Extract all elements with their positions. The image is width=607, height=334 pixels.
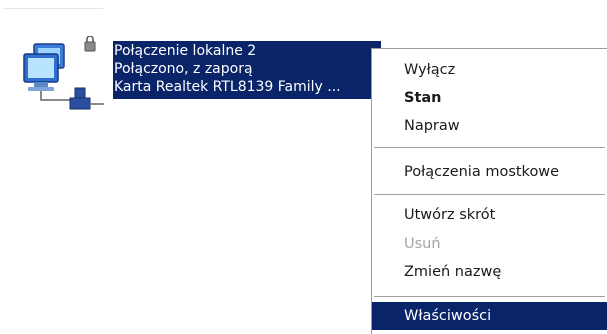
connection-item-local-2[interactable]: Połączenie lokalne 2 Połączono, z zaporą… xyxy=(20,35,382,118)
menu-item-bridge-connections[interactable]: Połączenia mostkowe xyxy=(372,158,607,186)
context-menu: Wyłącz Stan Napraw Połączenia mostkowe U… xyxy=(371,48,607,334)
connection-label-selected[interactable]: Połączenie lokalne 2 Połączono, z zaporą… xyxy=(113,41,381,99)
menu-item-create-shortcut[interactable]: Utwórz skrót xyxy=(372,201,607,229)
menu-separator xyxy=(374,147,605,148)
network-connection-icon[interactable] xyxy=(20,35,112,118)
menu-item-disable[interactable]: Wyłącz xyxy=(372,56,607,84)
connection-name: Połączenie lokalne 2 xyxy=(114,43,257,59)
menu-separator xyxy=(374,296,605,297)
menu-separator xyxy=(374,194,605,195)
connection-device: Karta Realtek RTL8139 Family ... xyxy=(114,79,341,95)
menu-item-properties[interactable]: Właściwości xyxy=(372,302,607,330)
network-connections-window: Połączenie lokalne 2 Połączono, z zaporą… xyxy=(0,0,607,334)
top-divider xyxy=(3,8,103,9)
menu-item-repair[interactable]: Napraw xyxy=(372,112,607,140)
menu-item-rename[interactable]: Zmień nazwę xyxy=(372,258,607,286)
menu-item-status[interactable]: Stan xyxy=(372,84,607,112)
menu-item-delete: Usuń xyxy=(404,236,441,252)
connection-status: Połączono, z zaporą xyxy=(114,61,253,77)
